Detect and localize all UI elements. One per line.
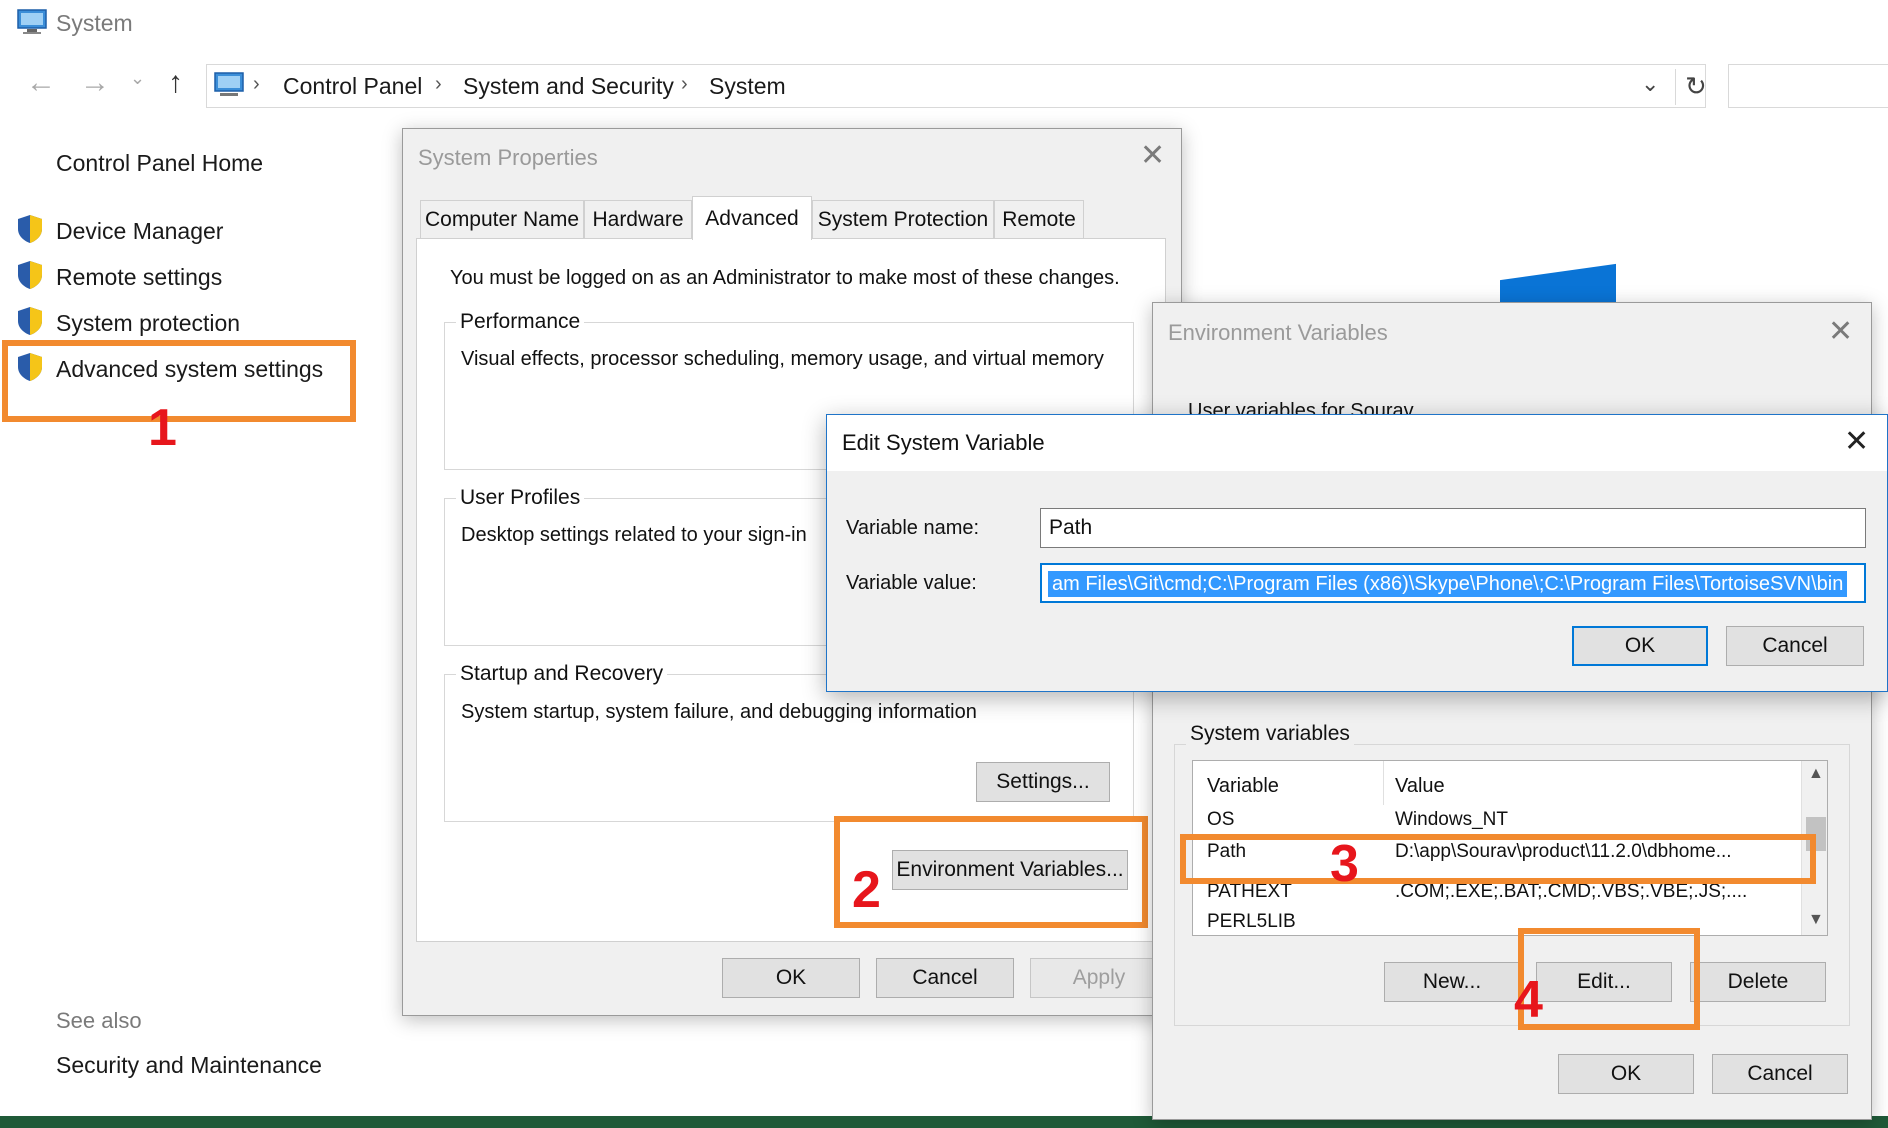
security-maintenance-link[interactable]: Security and Maintenance	[56, 1052, 322, 1079]
sysprops-ok-button[interactable]: OK	[722, 958, 860, 998]
startup-settings-button[interactable]: Settings...	[976, 762, 1110, 802]
performance-desc: Visual effects, processor scheduling, me…	[461, 348, 1104, 370]
sysprops-apply-button[interactable]: Apply	[1030, 958, 1168, 998]
system-properties-title: System Properties	[418, 145, 598, 170]
system-protection-link[interactable]: System protection	[56, 310, 240, 337]
breadcrumb-system-security[interactable]: System and Security	[463, 73, 674, 100]
annotation-number-2: 2	[852, 861, 881, 919]
recent-dropdown-icon[interactable]: ⌄	[130, 68, 145, 89]
close-icon[interactable]: ✕	[1140, 138, 1165, 173]
annotation-box-4	[1518, 928, 1700, 1030]
see-also-heading: See also	[56, 1008, 142, 1033]
search-input[interactable]	[1728, 64, 1888, 108]
tab-computer-name[interactable]: Computer Name	[420, 200, 584, 238]
computer-icon	[214, 72, 244, 96]
row-value: Windows_NT	[1395, 809, 1508, 829]
chevron-down-icon[interactable]: ⌄	[1641, 71, 1659, 97]
shield-icon	[18, 215, 42, 243]
column-header-variable[interactable]: Variable	[1207, 775, 1279, 798]
admin-note: You must be logged on as an Administrato…	[450, 267, 1120, 289]
close-icon[interactable]: ✕	[1828, 314, 1853, 349]
env-ok-button[interactable]: OK	[1558, 1054, 1694, 1094]
annotation-number-4: 4	[1514, 971, 1543, 1029]
edit-ok-button[interactable]: OK	[1572, 626, 1708, 666]
annotation-number-3: 3	[1330, 835, 1359, 893]
sysprops-cancel-button[interactable]: Cancel	[876, 958, 1014, 998]
env-delete-button[interactable]: Delete	[1690, 962, 1826, 1002]
edit-dialog-title: Edit System Variable	[842, 430, 1045, 455]
startup-recovery-legend: Startup and Recovery	[456, 662, 668, 686]
window-title: System	[56, 10, 133, 36]
address-bar[interactable]: › Control Panel › System and Security › …	[206, 64, 1707, 108]
back-arrow-icon[interactable]: ←	[26, 66, 56, 100]
scroll-up-icon[interactable]: ▲	[1808, 765, 1824, 783]
system-variables-label: System variables	[1186, 722, 1354, 746]
env-new-button[interactable]: New...	[1384, 962, 1520, 1002]
row-variable: PERL5LIB	[1207, 911, 1296, 932]
close-icon[interactable]: ✕	[1844, 424, 1869, 459]
row-value: .COM;.EXE;.BAT;.CMD;.VBS;.VBE;.JS;....	[1395, 881, 1748, 902]
tab-system-protection[interactable]: System Protection	[812, 200, 994, 238]
breadcrumb-control-panel[interactable]: Control Panel	[283, 73, 422, 100]
breadcrumb-system[interactable]: System	[709, 73, 786, 100]
row-variable: PATHEXT	[1207, 881, 1292, 902]
startup-recovery-desc: System startup, system failure, and debu…	[461, 701, 977, 723]
up-arrow-icon[interactable]: ↑	[168, 66, 183, 100]
user-profiles-legend: User Profiles	[456, 486, 585, 510]
tab-advanced[interactable]: Advanced	[692, 196, 812, 240]
annotation-number-1: 1	[148, 399, 177, 457]
forward-arrow-icon[interactable]: →	[80, 66, 110, 100]
user-variables-label: User variables for Sourav	[1188, 400, 1414, 414]
chevron-right-icon: ›	[435, 73, 442, 95]
annotation-box-3	[1180, 834, 1816, 884]
tab-remote[interactable]: Remote	[994, 200, 1084, 238]
chevron-right-icon: ›	[253, 73, 260, 95]
column-header-value[interactable]: Value	[1395, 775, 1445, 798]
remote-settings-link[interactable]: Remote settings	[56, 264, 222, 291]
table-row[interactable]: OS Windows_NT	[1193, 809, 1803, 829]
refresh-icon[interactable]: ↻	[1685, 71, 1707, 102]
scroll-down-icon[interactable]: ▼	[1808, 911, 1824, 929]
control-panel-home-link[interactable]: Control Panel Home	[56, 150, 263, 177]
edit-cancel-button[interactable]: Cancel	[1726, 626, 1864, 666]
chevron-right-icon: ›	[681, 73, 688, 95]
table-row[interactable]: PERL5LIB	[1193, 911, 1803, 935]
table-row[interactable]: PATHEXT .COM;.EXE;.BAT;.CMD;.VBS;.VBE;.J…	[1193, 881, 1803, 905]
performance-legend: Performance	[456, 310, 585, 334]
device-manager-link[interactable]: Device Manager	[56, 218, 223, 245]
user-profiles-desc: Desktop settings related to your sign-in	[461, 524, 807, 546]
shield-icon	[18, 307, 42, 335]
variable-value-label: Variable value:	[846, 572, 977, 594]
variable-name-input[interactable]	[1040, 508, 1866, 548]
variable-value-input[interactable]: am Files\Git\cmd;C:\Program Files (x86)\…	[1040, 563, 1866, 603]
env-cancel-button[interactable]: Cancel	[1712, 1054, 1848, 1094]
environment-variables-title: Environment Variables	[1168, 320, 1388, 345]
annotation-box-1	[2, 340, 356, 422]
variable-value-selected-text: am Files\Git\cmd;C:\Program Files (x86)\…	[1048, 571, 1848, 597]
annotation-box-2	[834, 816, 1148, 928]
row-variable: OS	[1207, 809, 1235, 829]
system-monitor-icon	[17, 9, 47, 34]
tab-hardware[interactable]: Hardware	[584, 200, 692, 238]
window-titlebar	[0, 0, 1888, 46]
variable-name-label: Variable name:	[846, 517, 980, 539]
shield-icon	[18, 261, 42, 289]
